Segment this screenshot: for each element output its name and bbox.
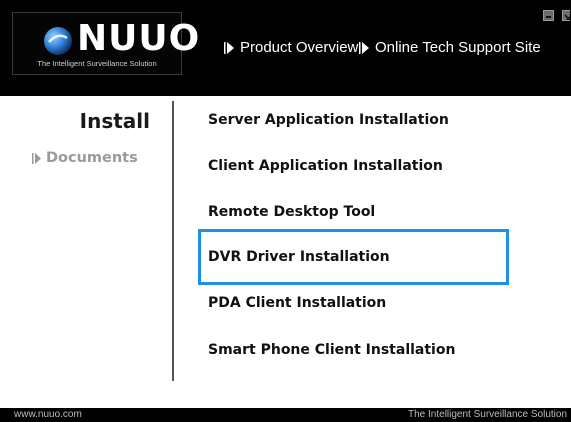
arrow-right-icon: [32, 152, 41, 164]
logo-tagline: The Intelligent Surveillance Solution: [37, 59, 157, 68]
product-overview-label: Product Overview: [240, 39, 359, 56]
smart-phone-client-installation-item[interactable]: Smart Phone Client Installation: [208, 339, 455, 361]
logo-text: NUUO: [77, 18, 201, 59]
footer-url: www.nuuo.com: [14, 409, 82, 420]
sidebar-divider: [172, 101, 174, 381]
install-heading: Install: [79, 109, 150, 133]
server-application-installation-item[interactable]: Server Application Installation: [208, 109, 449, 131]
nuuo-logo-icon: [44, 27, 72, 55]
dvr-driver-installation-item[interactable]: DVR Driver Installation: [208, 246, 390, 268]
client-application-installation-item[interactable]: Client Application Installation: [208, 155, 443, 177]
minimize-button[interactable]: [543, 10, 554, 21]
nuuo-logo: NUUO The Intelligent Surveillance Soluti…: [12, 12, 199, 75]
pda-client-installation-item[interactable]: PDA Client Installation: [208, 292, 386, 314]
close-button[interactable]: [562, 10, 570, 21]
product-overview-link[interactable]: Product Overview: [224, 39, 358, 56]
arrow-right-icon: [224, 41, 234, 54]
footer-bar: www.nuuo.com The Intelligent Surveillanc…: [0, 408, 571, 422]
online-tech-support-label: Online Tech Support Site: [375, 39, 541, 56]
header-bar: NUUO The Intelligent Surveillance Soluti…: [0, 0, 571, 96]
documents-label: Documents: [46, 150, 138, 166]
remote-desktop-tool-item[interactable]: Remote Desktop Tool: [208, 201, 375, 223]
documents-link[interactable]: Documents: [32, 150, 138, 166]
arrow-right-icon: [359, 41, 369, 54]
close-icon: [564, 14, 570, 20]
footer-tagline: The Intelligent Surveillance Solution: [408, 409, 567, 420]
online-tech-support-link[interactable]: Online Tech Support Site: [359, 39, 541, 56]
